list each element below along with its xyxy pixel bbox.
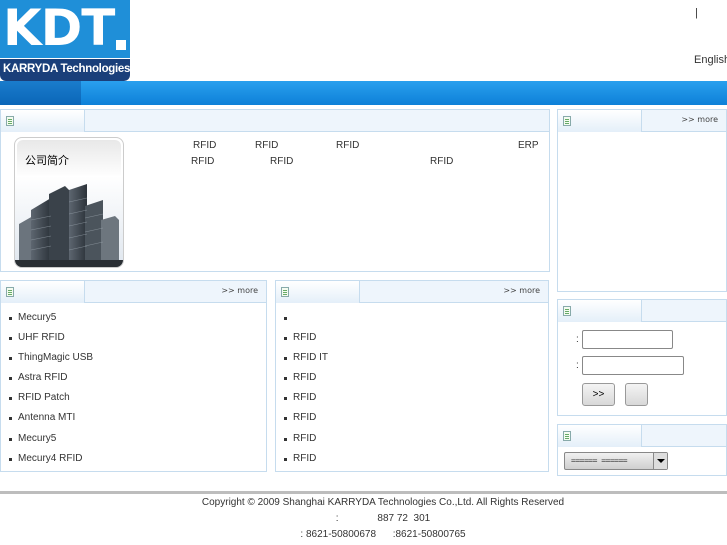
company-image-title: 公司简介 — [25, 154, 69, 167]
footer-phone: : 8621-50800678 :8621-50800765 — [300, 529, 466, 540]
news-panel: >> more — [557, 109, 727, 292]
links-panel-tab — [558, 425, 642, 447]
buildings-image — [15, 176, 123, 267]
company-text-1: RFID — [193, 140, 217, 151]
solutions-panel-tab — [276, 281, 360, 303]
list-item[interactable]: RFID — [284, 391, 328, 411]
document-icon — [6, 116, 14, 126]
company-panel: 公司简介 RFID RFID RFID ERP RFID RFID RFID — [0, 109, 550, 272]
company-image[interactable]: 公司简介 — [14, 137, 124, 268]
list-item[interactable] — [284, 311, 328, 331]
list-item[interactable]: ThingMagic USB — [9, 351, 93, 371]
company-text-2: RFID — [255, 140, 279, 151]
nav-item-home[interactable] — [0, 81, 81, 105]
news-more-link[interactable]: >> more — [681, 115, 718, 124]
solutions-panel-header: >> more — [276, 281, 548, 303]
company-text-4: ERP — [518, 140, 539, 151]
document-icon — [563, 431, 571, 441]
products-list: Mecury5 UHF RFID ThingMagic USB Astra RF… — [9, 311, 93, 472]
header: KDT KARRYDA Technologies | English — [0, 0, 727, 81]
footer-address: : 887 72 301 — [335, 513, 431, 524]
english-link[interactable]: English — [694, 54, 727, 66]
login-panel: : : >> — [557, 299, 727, 416]
solutions-list: RFID RFID IT RFID RFID RFID RFID RFID — [284, 311, 328, 472]
links-select[interactable]: ====== ====== — [564, 452, 668, 470]
document-icon — [563, 116, 571, 126]
list-item[interactable]: Astra RFID — [9, 371, 93, 391]
kdt-logo[interactable]: KDT KARRYDA Technologies — [0, 0, 130, 81]
list-item[interactable]: RFID — [284, 432, 328, 452]
list-item[interactable]: Mecury5 — [9, 311, 93, 331]
login-panel-header — [558, 300, 726, 322]
username-input[interactable] — [582, 330, 673, 349]
top-separator: | — [695, 7, 698, 19]
login-panel-tab — [558, 300, 642, 322]
password-input[interactable] — [582, 356, 684, 375]
logo-subtitle: KARRYDA Technologies — [3, 63, 131, 75]
list-item[interactable]: RFID — [284, 371, 328, 391]
list-item[interactable]: Antenna MTI — [9, 411, 93, 431]
links-select-value: ====== ====== — [571, 456, 628, 465]
login-submit-button[interactable]: >> — [582, 383, 615, 406]
list-item[interactable]: UHF RFID — [9, 331, 93, 351]
document-icon — [281, 287, 289, 297]
list-item[interactable]: Mecury4 RFID — [9, 452, 93, 472]
list-item[interactable]: RFID — [284, 411, 328, 431]
footer-copyright: Copyright © 2009 Shanghai KARRYDA Techno… — [201, 497, 565, 508]
news-panel-header: >> more — [558, 110, 726, 132]
products-more-link[interactable]: >> more — [221, 286, 258, 295]
main-navbar — [0, 81, 727, 105]
company-text-7: RFID — [430, 156, 454, 167]
company-text-6: RFID — [270, 156, 294, 167]
solutions-panel: >> more RFID RFID IT RFID RFID RFID RFID… — [275, 280, 549, 472]
company-text-5: RFID — [191, 156, 215, 167]
company-panel-header — [1, 110, 549, 132]
links-panel-header — [558, 425, 726, 447]
list-item[interactable]: Mecury5 — [9, 432, 93, 452]
username-label: : — [576, 334, 579, 345]
list-item[interactable]: RFID — [284, 452, 328, 472]
document-icon — [563, 306, 571, 316]
solutions-more-link[interactable]: >> more — [503, 286, 540, 295]
list-item[interactable]: RFID IT — [284, 351, 328, 371]
products-panel-tab — [1, 281, 85, 303]
footer-divider — [0, 491, 727, 494]
list-item[interactable]: RFID — [284, 331, 328, 351]
company-text-3: RFID — [336, 140, 360, 151]
links-panel: ====== ====== — [557, 424, 727, 476]
document-icon — [6, 287, 14, 297]
password-label: : — [576, 360, 579, 371]
logo-text: KDT — [3, 0, 115, 57]
products-panel: >> more Mecury5 UHF RFID ThingMagic USB … — [0, 280, 267, 472]
chevron-down-icon[interactable] — [653, 453, 667, 469]
products-panel-header: >> more — [1, 281, 266, 303]
news-panel-tab — [558, 110, 642, 132]
company-panel-tab — [1, 110, 85, 132]
login-reset-button[interactable] — [625, 383, 648, 406]
list-item[interactable]: RFID Patch — [9, 391, 93, 411]
